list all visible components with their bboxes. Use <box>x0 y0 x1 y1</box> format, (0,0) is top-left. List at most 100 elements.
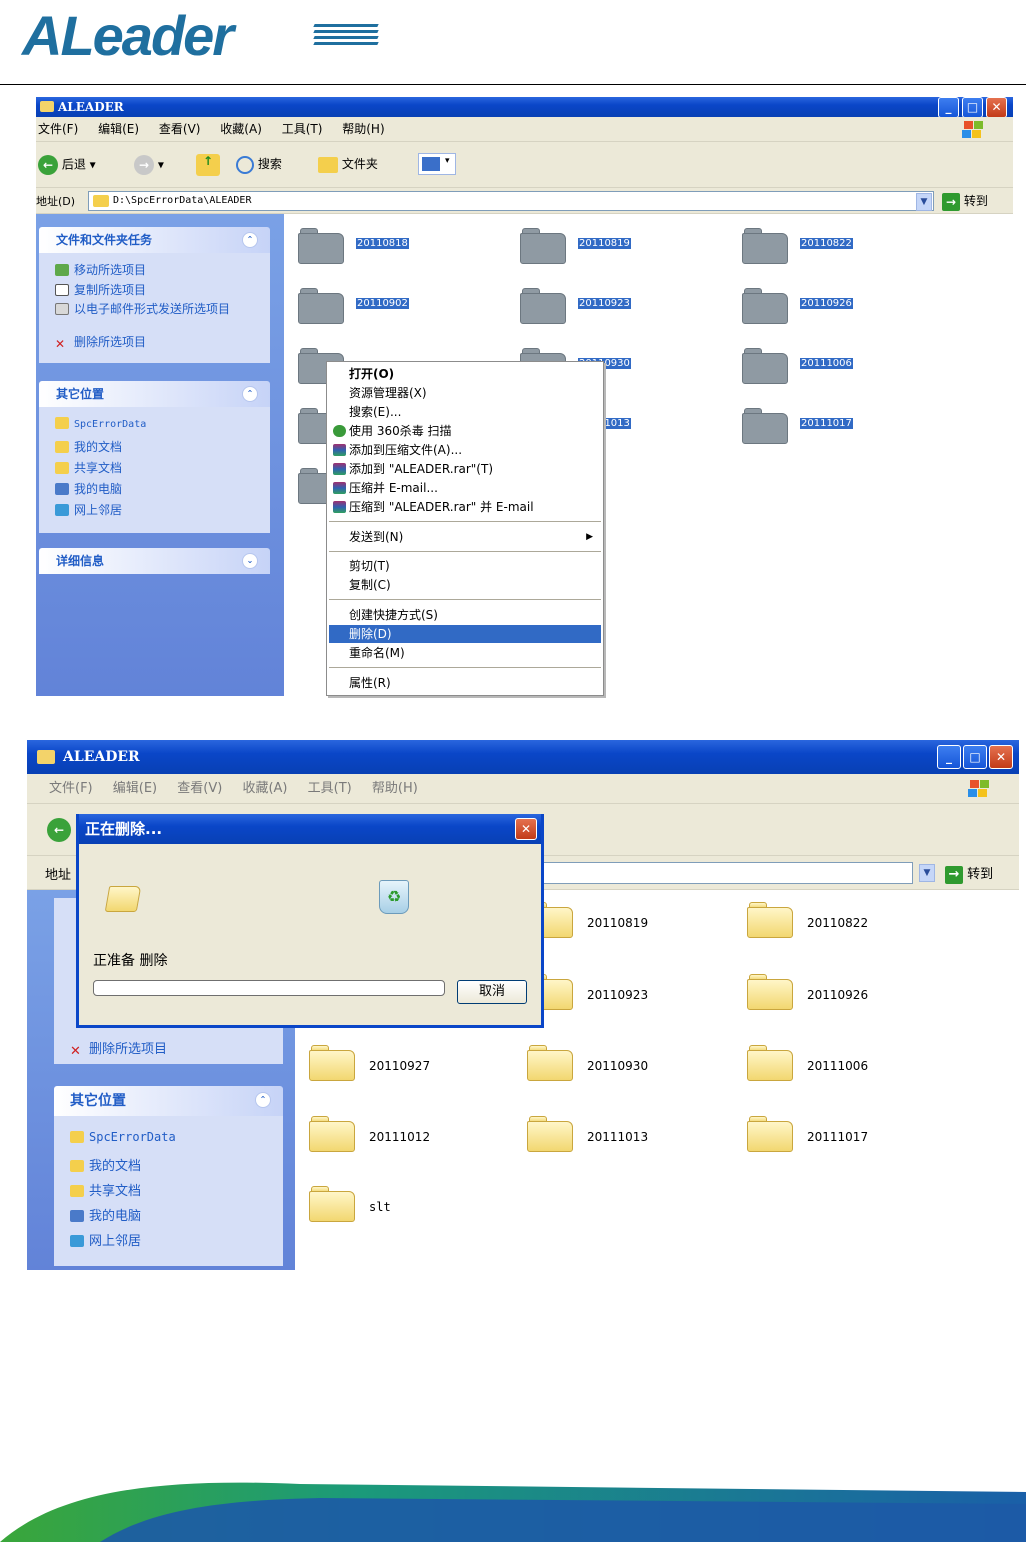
menu-view[interactable]: 查看(V) <box>177 774 222 804</box>
place-network[interactable]: 网上邻居 <box>70 1230 141 1249</box>
menu-favorites[interactable]: 收藏(A) <box>242 774 287 804</box>
menu-item-open[interactable]: 打开(O) <box>329 365 601 383</box>
address-dropdown-button[interactable]: ▼ <box>919 864 935 882</box>
menu-item-send-to[interactable]: 发送到(N) ▶ <box>329 528 601 546</box>
place-shared-documents[interactable]: 共享文档 <box>70 1180 141 1199</box>
shield-icon <box>333 425 346 437</box>
go-label: 转到 <box>963 194 988 208</box>
folders-button[interactable]: 文件夹 <box>318 155 378 173</box>
place-spcerrordata[interactable]: SpcErrorData <box>70 1130 176 1144</box>
recycle-bin-icon: ♻ <box>379 880 409 914</box>
other-places-header[interactable]: 其它位置 ⌃ <box>39 381 270 407</box>
menu-item-compress-email[interactable]: 压缩并 E-mail... <box>329 479 601 497</box>
menu-item-360-scan[interactable]: 使用 360杀毒 扫描 <box>329 422 601 440</box>
footer-swoosh-banner <box>0 1482 1026 1542</box>
maximize-button[interactable]: □ <box>962 97 983 118</box>
menu-item-delete[interactable]: 删除(D) <box>329 625 601 643</box>
folder-icon <box>55 417 69 429</box>
details-header[interactable]: 详细信息 ⌄ <box>39 548 270 574</box>
collapse-chevron-icon[interactable]: ⌃ <box>242 386 258 402</box>
back-arrow-icon[interactable]: ← <box>47 818 71 842</box>
cancel-button[interactable]: 取消 <box>457 980 527 1004</box>
menu-item-cut[interactable]: 剪切(T) <box>329 557 601 575</box>
window-title: ALEADER <box>58 100 124 114</box>
menu-item-explorer[interactable]: 资源管理器(X) <box>329 384 601 402</box>
menu-edit[interactable]: 编辑(E) <box>113 774 157 804</box>
folder-name: 20110923 <box>578 298 631 309</box>
close-button[interactable]: ✕ <box>989 745 1013 769</box>
expand-chevron-icon[interactable]: ⌄ <box>242 553 258 569</box>
views-button[interactable]: ▾ <box>418 153 456 175</box>
folder-name: 20111006 <box>807 1059 869 1073</box>
menu-tools[interactable]: 工具(T) <box>282 117 323 142</box>
place-network[interactable]: 网上邻居 <box>55 501 122 518</box>
dialog-title: 正在删除... <box>85 820 163 838</box>
task-delete-items[interactable]: ✕ 删除所选项目 <box>55 333 146 351</box>
folder-icon <box>298 288 344 324</box>
other-places-header[interactable]: 其它位置 ⌃ <box>54 1086 283 1116</box>
task-copy-items[interactable]: 复制所选项目 <box>55 281 146 298</box>
menu-file[interactable]: 文件(F) <box>38 117 78 142</box>
move-icon <box>55 264 69 276</box>
task-move-items[interactable]: 移动所选项目 <box>55 261 146 278</box>
menu-item-add-rar[interactable]: 添加到 "ALEADER.rar"(T) <box>329 460 601 478</box>
menu-file[interactable]: 文件(F) <box>49 774 93 804</box>
collapse-chevron-icon[interactable]: ⌃ <box>255 1092 271 1108</box>
file-tasks-header[interactable]: 文件和文件夹任务 ⌃ <box>39 227 270 253</box>
folder-name: 20110818 <box>356 238 409 249</box>
menu-item-add-archive[interactable]: 添加到压缩文件(A)... <box>329 441 601 459</box>
title-bar[interactable]: ALEADER _ □ ✕ <box>27 740 1019 774</box>
menu-bar: 文件(F) 编辑(E) 查看(V) 收藏(A) 工具(T) 帮助(H) <box>27 774 1019 804</box>
go-button[interactable]: → 转到 <box>942 192 988 211</box>
menu-view[interactable]: 查看(V) <box>159 117 201 142</box>
maximize-button[interactable]: □ <box>963 745 987 769</box>
menu-item-copy[interactable]: 复制(C) <box>329 576 601 594</box>
menu-help[interactable]: 帮助(H) <box>372 774 418 804</box>
task-email-items[interactable]: 以电子邮件形式发送所选项目 <box>55 303 250 315</box>
delete-x-icon: ✕ <box>70 1044 81 1059</box>
search-button[interactable]: 搜索 <box>236 155 282 174</box>
address-field[interactable]: D:\SpcErrorData\ALEADER <box>88 191 934 211</box>
other-places-body: SpcErrorData 我的文档 共享文档 我的电脑 网上邻居 <box>39 407 270 533</box>
menu-item-properties[interactable]: 属性(R) <box>329 674 601 692</box>
dialog-status: 正准备 删除 <box>93 953 168 969</box>
folder-name: 20110819 <box>578 238 631 249</box>
menu-help[interactable]: 帮助(H) <box>342 117 384 142</box>
minimize-button[interactable]: _ <box>937 745 961 769</box>
delete-x-icon: ✕ <box>55 337 66 351</box>
toolbar: ← 后退 ▾ → ▾ ↑ 搜索 文件夹 ▾ <box>36 142 1013 188</box>
folder-icon <box>309 1186 355 1222</box>
other-places-body: SpcErrorData 我的文档 共享文档 我的电脑 网上邻居 <box>54 1116 283 1266</box>
place-my-documents[interactable]: 我的文档 <box>70 1155 141 1174</box>
minimize-button[interactable]: _ <box>938 97 959 118</box>
address-label: 地址(D) <box>36 195 76 208</box>
go-button[interactable]: → 转到 <box>945 863 993 884</box>
place-my-computer[interactable]: 我的电脑 <box>55 480 122 497</box>
back-button[interactable]: ← 后退 ▾ <box>38 155 96 175</box>
windows-logo-icon <box>967 780 989 798</box>
my-documents-icon <box>70 1160 84 1172</box>
go-arrow-icon: → <box>945 865 963 884</box>
menu-separator <box>329 667 601 668</box>
place-my-computer[interactable]: 我的电脑 <box>70 1205 141 1224</box>
place-my-documents[interactable]: 我的文档 <box>55 438 122 455</box>
dialog-close-button[interactable]: ✕ <box>515 818 537 840</box>
task-delete-items[interactable]: ✕ 删除所选项目 <box>70 1038 167 1059</box>
dialog-title-bar[interactable]: 正在删除... ✕ <box>79 814 541 844</box>
forward-button[interactable]: → ▾ <box>134 155 164 175</box>
address-dropdown-button[interactable]: ▼ <box>916 193 932 211</box>
collapse-chevron-icon[interactable]: ⌃ <box>242 232 258 248</box>
place-spcerrordata[interactable]: SpcErrorData <box>55 417 146 430</box>
menu-item-create-shortcut[interactable]: 创建快捷方式(S) <box>329 606 601 624</box>
menu-item-search[interactable]: 搜索(E)... <box>329 403 601 421</box>
menu-item-rename[interactable]: 重命名(M) <box>329 644 601 662</box>
menu-favorites[interactable]: 收藏(A) <box>220 117 262 142</box>
menu-tools[interactable]: 工具(T) <box>308 774 352 804</box>
up-folder-button[interactable]: ↑ <box>196 154 220 176</box>
folder-name: 20110819 <box>587 916 649 930</box>
place-shared-documents[interactable]: 共享文档 <box>55 459 122 476</box>
close-button[interactable]: ✕ <box>986 97 1007 118</box>
title-bar[interactable]: ALEADER _ □ ✕ <box>36 97 1013 118</box>
menu-item-compress-rar-email[interactable]: 压缩到 "ALEADER.rar" 并 E-mail <box>329 498 601 516</box>
menu-edit[interactable]: 编辑(E) <box>98 117 139 142</box>
